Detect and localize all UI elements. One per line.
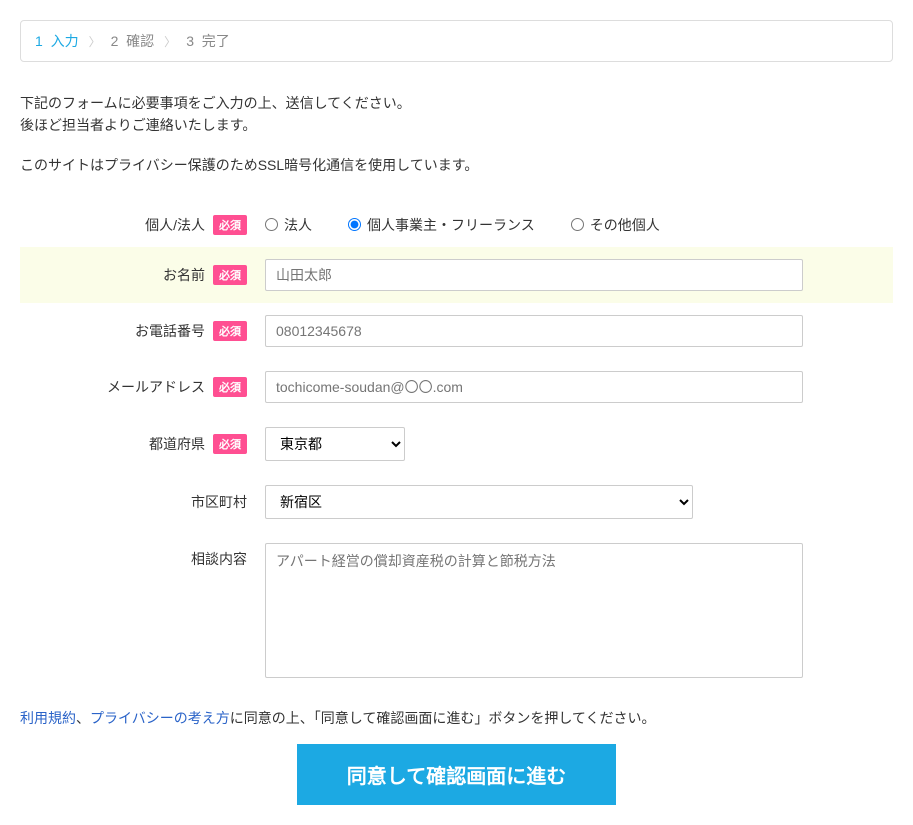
radio-label: 法人	[284, 215, 312, 235]
submit-wrap: 同意して確認画面に進む	[20, 744, 893, 805]
ssl-note: このサイトはプライバシー保護のためSSL暗号化通信を使用しています。	[20, 155, 893, 175]
row-entity-type: 個人/法人 必須 法人 個人事業主・フリーランス その他個人	[20, 203, 893, 247]
breadcrumb-step-2: 2 確認	[111, 31, 155, 51]
radio-option-other[interactable]: その他個人	[571, 215, 660, 235]
terms-line: 利用規約、プライバシーの考え方に同意の上、「同意して確認画面に進む」ボタンを押し…	[20, 708, 893, 728]
radio-sole[interactable]	[348, 218, 361, 231]
inquiry-textarea[interactable]	[265, 543, 803, 678]
row-phone: お電話番号 必須	[20, 303, 893, 359]
radio-label: 個人事業主・フリーランス	[367, 215, 535, 235]
tos-link[interactable]: 利用規約	[20, 710, 76, 726]
label-phone: お電話番号	[135, 321, 205, 341]
required-badge: 必須	[213, 215, 247, 235]
city-select[interactable]: 新宿区	[265, 485, 693, 519]
required-badge: 必須	[213, 377, 247, 397]
prefecture-select[interactable]: 東京都	[265, 427, 405, 461]
label-prefecture: 都道府県	[149, 434, 205, 454]
label-email: メールアドレス	[107, 377, 205, 397]
radio-corp[interactable]	[265, 218, 278, 231]
required-badge: 必須	[213, 434, 247, 454]
intro-line-1: 下記のフォームに必要事項をご入力の上、送信してください。	[20, 95, 411, 111]
chevron-right-icon: 〉	[89, 33, 101, 50]
row-prefecture: 都道府県 必須 東京都	[20, 415, 893, 473]
breadcrumb-step-1: 1 入力	[35, 31, 79, 51]
step-number: 2	[111, 33, 119, 49]
step-number: 3	[186, 33, 194, 49]
label-entity-type: 個人/法人	[145, 215, 205, 235]
step-label: 確認	[126, 33, 154, 49]
breadcrumb: 1 入力 〉 2 確認 〉 3 完了	[20, 20, 893, 62]
step-number: 1	[35, 33, 43, 49]
row-email: メールアドレス 必須	[20, 359, 893, 415]
row-inquiry: 相談内容	[20, 531, 893, 690]
entity-type-radio-group: 法人 個人事業主・フリーランス その他個人	[265, 215, 660, 235]
radio-option-corp[interactable]: 法人	[265, 215, 312, 235]
radio-label: その他個人	[590, 215, 660, 235]
label-name: お名前	[163, 265, 205, 285]
label-inquiry: 相談内容	[191, 549, 247, 569]
name-input[interactable]	[265, 259, 803, 291]
required-badge: 必須	[213, 265, 247, 285]
separator: 、	[76, 710, 90, 726]
step-label: 入力	[51, 33, 79, 49]
intro-text: 下記のフォームに必要事項をご入力の上、送信してください。 後ほど担当者よりご連絡…	[20, 92, 893, 137]
email-input[interactable]	[265, 371, 803, 403]
step-label: 完了	[202, 33, 230, 49]
required-badge: 必須	[213, 321, 247, 341]
privacy-link[interactable]: プライバシーの考え方	[90, 710, 230, 726]
intro-line-2: 後ほど担当者よりご連絡いたします。	[20, 117, 256, 133]
radio-option-sole[interactable]: 個人事業主・フリーランス	[348, 215, 535, 235]
breadcrumb-step-3: 3 完了	[186, 31, 230, 51]
label-city: 市区町村	[191, 492, 247, 512]
phone-input[interactable]	[265, 315, 803, 347]
row-name: お名前 必須	[20, 247, 893, 303]
chevron-right-icon: 〉	[164, 33, 176, 50]
submit-button[interactable]: 同意して確認画面に進む	[297, 744, 616, 805]
row-city: 市区町村 新宿区	[20, 473, 893, 531]
terms-tail: に同意の上、「同意して確認画面に進む」ボタンを押してください。	[230, 710, 656, 726]
radio-other[interactable]	[571, 218, 584, 231]
